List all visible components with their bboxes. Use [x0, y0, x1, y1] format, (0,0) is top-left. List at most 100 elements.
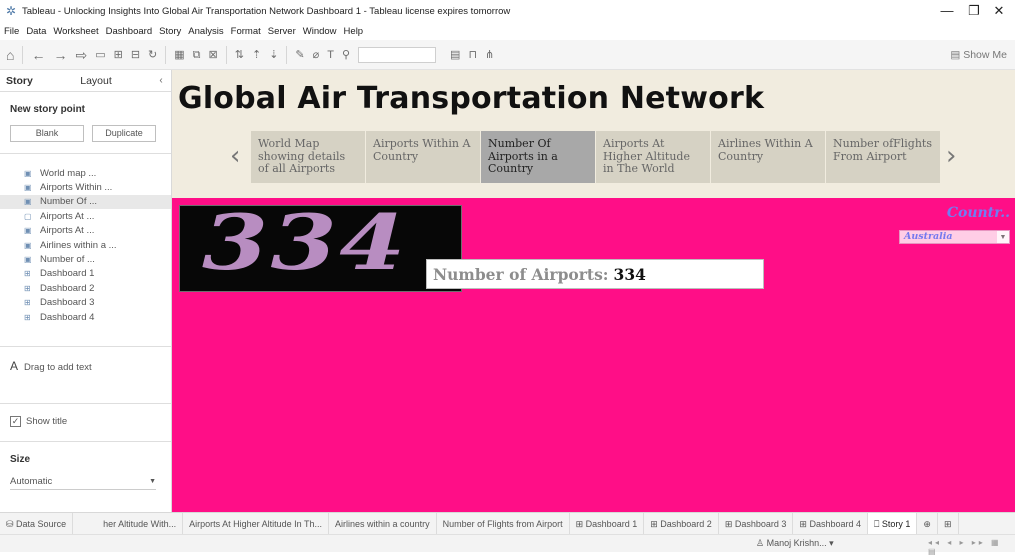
menu-analysis[interactable]: Analysis — [188, 26, 223, 37]
story-point[interactable]: World Map showing details of all Airport… — [251, 131, 366, 183]
list-item[interactable]: ▣ Number of ... — [0, 252, 171, 266]
fit-dropdown[interactable] — [358, 46, 437, 63]
tooltip-label: Number of Airports: — [433, 264, 609, 284]
forward-icon[interactable]: → — [53, 40, 67, 70]
show-me-button[interactable]: ▤ Show Me — [950, 40, 1007, 70]
list-item[interactable]: ⊞ Dashboard 3 — [0, 296, 171, 310]
story-point[interactable]: Airports At Higher Altitude in The World — [596, 131, 711, 183]
worksheet-icon: ▣ — [24, 197, 32, 207]
sidebar-divider — [0, 441, 171, 442]
connect-data-icon[interactable]: ⇨ — [75, 40, 87, 70]
highlight-icon[interactable]: ✎ — [295, 40, 304, 70]
refresh-icon[interactable]: ↻ — [148, 40, 157, 70]
pin-icon[interactable]: ⚲ — [342, 40, 350, 70]
story-title: Global Air Transportation Network — [178, 81, 765, 116]
menu-worksheet[interactable]: Worksheet — [53, 26, 98, 37]
add-datasource-icon[interactable]: ⊞ — [114, 40, 123, 70]
drag-text-item[interactable]: A Drag to add text — [10, 359, 92, 373]
list-item[interactable]: ▣ Airports Within ... — [0, 180, 171, 194]
sheet-list: ▣ World map ... ▣ Airports Within ... ▣ Num… — [0, 166, 171, 324]
kpi-box[interactable]: 334 — [179, 205, 462, 292]
country-filter-dropdown[interactable]: Australia ▼ — [899, 230, 1010, 244]
size-dropdown[interactable]: Automatic ▼ — [10, 474, 156, 490]
menu-window[interactable]: Window — [303, 26, 337, 37]
menu-file[interactable]: File — [4, 26, 19, 37]
save-icon[interactable]: ▭ — [95, 40, 105, 70]
worksheet-icon: ▣ — [24, 226, 32, 236]
menu-dashboard[interactable]: Dashboard — [106, 26, 152, 37]
show-me-icon: ▤ — [950, 49, 964, 61]
new-story-point-heading: New story point — [10, 104, 86, 115]
sheet-tab[interactable]: her Altitude With... — [73, 512, 184, 535]
menu-server[interactable]: Server — [268, 26, 296, 37]
list-item[interactable]: ▣ World map ... — [0, 166, 171, 180]
sort-asc-icon[interactable]: ⇡ — [252, 40, 261, 70]
tab-story[interactable]: Story — [0, 70, 64, 91]
toolbar-divider — [225, 45, 227, 64]
list-item[interactable]: ▣ Airlines within a ... — [0, 238, 171, 252]
new-dashboard-tab-icon[interactable]: ⊞ — [938, 512, 959, 535]
home-icon[interactable]: ⌂ — [6, 40, 14, 70]
dashboard-tab[interactable]: ⊞ Dashboard 4 — [793, 512, 868, 535]
sheet-tab[interactable]: Number of Flights from Airport — [437, 512, 570, 535]
story-point[interactable]: Airlines Within A Country — [711, 131, 826, 183]
story-point[interactable]: Number ofFlights From Airport — [826, 131, 941, 183]
blank-button[interactable]: Blank — [10, 125, 84, 142]
dashboard-tab[interactable]: ⊞ Dashboard 1 — [570, 512, 645, 535]
dashboard-tab[interactable]: ⊞ Dashboard 2 — [644, 512, 719, 535]
swap-icon[interactable]: ⇅ — [235, 40, 244, 70]
story-icon: ⎕ — [874, 518, 882, 529]
size-heading: Size — [10, 454, 31, 465]
story-point[interactable]: Airports Within A Country — [366, 131, 481, 183]
list-item[interactable]: ▣ Airports At ... — [0, 224, 171, 238]
toolbar-divider — [165, 45, 167, 64]
kpi-number: 334 — [202, 205, 408, 287]
list-item[interactable]: ⊞ Dashboard 2 — [0, 281, 171, 295]
back-icon[interactable]: ← — [31, 40, 45, 70]
sheet-navigation-icons[interactable]: ◂◂ ◂ ▸ ▸▸ ▦ ▤ — [928, 538, 1015, 556]
new-worksheet-icon[interactable]: ▦ — [174, 40, 184, 70]
sort-desc-icon[interactable]: ⇣ — [269, 40, 278, 70]
duplicate-sheet-icon[interactable]: ⧉ — [193, 40, 201, 70]
menu-format[interactable]: Format — [231, 26, 261, 37]
list-item[interactable]: ▣ Number Of ... — [0, 194, 171, 210]
dashboard-icon: ⊞ — [24, 269, 31, 279]
list-item[interactable]: ▢ Airports At ... — [0, 209, 171, 223]
story-point-active[interactable]: Number Of Airports in a Country — [481, 131, 596, 183]
group-icon[interactable]: ⌀ — [313, 40, 320, 70]
previous-point-icon[interactable]: ‹ — [230, 141, 240, 171]
menu-bar: File Data Worksheet Dashboard Story Anal… — [0, 22, 1015, 40]
story-tab[interactable]: ⎕ Story 1 — [868, 512, 918, 535]
dashboard-icon: ⊞ — [724, 518, 735, 529]
tab-layout[interactable]: Layout — [64, 70, 128, 91]
dashboard-icon: ⊞ — [24, 298, 31, 308]
duplicate-button[interactable]: Duplicate — [92, 125, 156, 142]
next-point-icon[interactable]: › — [946, 141, 956, 171]
show-title-checkbox[interactable]: ✓ Show title — [10, 416, 67, 427]
pause-updates-icon[interactable]: ⊟ — [131, 40, 140, 70]
sheet-tab[interactable]: Airlines within a country — [329, 512, 437, 535]
checkbox-checked-icon: ✓ — [10, 416, 21, 427]
chevron-down-icon: ▼ — [149, 478, 156, 485]
clear-sheet-icon[interactable]: ⊠ — [209, 40, 218, 70]
tab-data-source[interactable]: ⛁ Data Source — [0, 512, 74, 535]
text-icon: A — [10, 359, 19, 373]
sheet-tab[interactable]: Airports At Higher Altitude In Th... — [183, 512, 330, 535]
list-item[interactable]: ⊞ Dashboard 4 — [0, 310, 171, 324]
sidebar-divider — [0, 403, 171, 404]
collapse-icon[interactable]: ‹ — [151, 70, 171, 91]
sidebar-divider — [0, 346, 171, 347]
menu-help[interactable]: Help — [344, 26, 364, 37]
label-icon[interactable]: T — [327, 40, 334, 70]
list-item[interactable]: ⊞ Dashboard 1 — [0, 267, 171, 281]
close-button[interactable]: ✕ — [981, 0, 1015, 22]
user-menu[interactable]: ♙ Manoj Krishn... ▾ — [756, 538, 834, 549]
menu-data[interactable]: Data — [26, 26, 46, 37]
share-icon[interactable]: ⋔ — [485, 40, 494, 70]
presentation-icon[interactable]: ⊓ — [468, 40, 477, 70]
dashboard-tab[interactable]: ⊞ Dashboard 3 — [719, 512, 794, 535]
show-cards-icon[interactable]: ▤ — [450, 40, 460, 70]
dashboard-icon: ⊞ — [575, 518, 586, 529]
menu-story[interactable]: Story — [159, 26, 181, 37]
new-worksheet-tab-icon[interactable]: ⊕ — [917, 512, 938, 535]
